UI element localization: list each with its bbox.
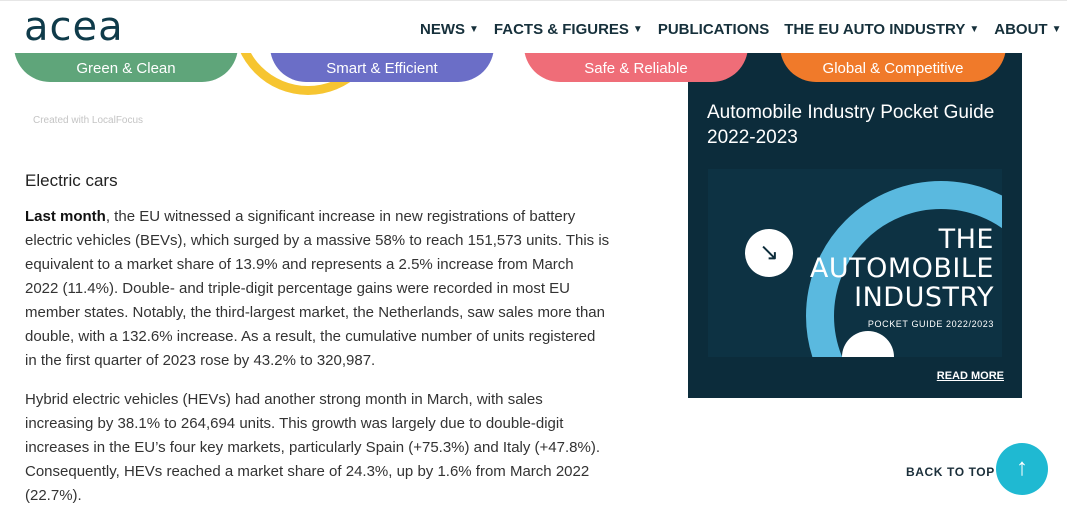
back-to-top-button[interactable]: ↑: [996, 443, 1048, 495]
cover-line-2: AUTOMOBILE: [809, 253, 994, 284]
pocket-guide-promo[interactable]: Automobile Industry Pocket Guide 2022-20…: [688, 64, 1022, 398]
chart-credit[interactable]: Created with LocalFocus: [33, 115, 143, 126]
read-more-link[interactable]: READ MORE: [937, 370, 1004, 382]
arrow-down-right-icon[interactable]: ↘: [745, 229, 793, 277]
cover-line-1: THE: [938, 224, 994, 255]
caret-down-icon: ▼: [469, 24, 479, 35]
acea-logo[interactable]: acea: [24, 5, 124, 49]
nav-about-label: ABOUT: [994, 21, 1048, 38]
cover-title: THE AUTOMOBILE INDUSTRY: [810, 225, 994, 312]
arrow-up-icon: ↑: [1016, 454, 1028, 481]
nav-news[interactable]: NEWS ▼: [420, 21, 479, 38]
nav-eu-auto-industry[interactable]: THE EU AUTO INDUSTRY ▼: [784, 21, 979, 38]
caret-down-icon: ▼: [969, 24, 980, 35]
nav-eu-auto-industry-label: THE EU AUTO INDUSTRY: [784, 21, 966, 38]
promo-title: Automobile Industry Pocket Guide 2022-20…: [707, 102, 995, 148]
nav-publications[interactable]: PUBLICATIONS: [658, 21, 769, 38]
cover-line-3: INDUSTRY: [854, 282, 994, 313]
nav-news-label: NEWS: [420, 21, 465, 38]
article-paragraph-2: Hybrid electric vehicles (HEVs) had anot…: [25, 391, 600, 504]
article-paragraph-1: Last month, the EU witnessed a significa…: [25, 205, 610, 373]
main-nav: NEWS ▼ FACTS & FIGURES ▼ PUBLICATIONS THE …: [420, 21, 1061, 38]
section-title: Electric cars: [25, 171, 118, 190]
nav-about[interactable]: ABOUT ▼: [994, 21, 1061, 38]
nav-facts-figures[interactable]: FACTS & FIGURES ▼: [494, 21, 643, 38]
caret-down-icon: ▼: [632, 24, 643, 35]
site-header: acea NEWS ▼ FACTS & FIGURES ▼ PUBLICATIONS…: [0, 0, 1067, 53]
nav-facts-figures-label: FACTS & FIGURES: [493, 21, 629, 38]
caret-down-icon: ▼: [1051, 24, 1062, 35]
paragraph-lead: Last month: [25, 208, 106, 225]
pocket-guide-cover[interactable]: ↘ THE AUTOMOBILE INDUSTRY POCKET GUIDE 2…: [708, 169, 1002, 357]
nav-publications-label: PUBLICATIONS: [657, 21, 770, 38]
paragraph-body: , the EU witnessed a significant increas…: [25, 208, 610, 369]
cover-subtitle: POCKET GUIDE 2022/2023: [867, 319, 994, 329]
back-to-top-label[interactable]: BACK TO TOP: [906, 465, 995, 479]
